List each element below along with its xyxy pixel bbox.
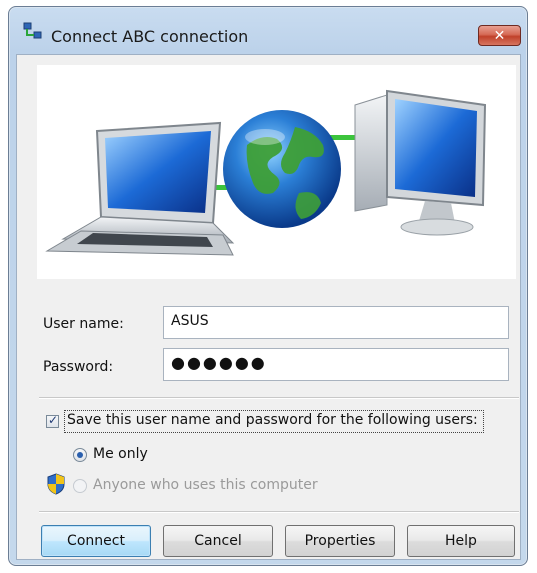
- network-connection-icon: [23, 22, 42, 39]
- laptop-icon: [45, 121, 235, 256]
- radio-anyone[interactable]: [73, 479, 87, 493]
- radio-me-only[interactable]: [73, 448, 87, 462]
- close-icon: ✕: [493, 28, 506, 44]
- username-label: User name:: [43, 316, 124, 332]
- uac-shield-icon: [47, 473, 65, 495]
- dialog-body: User name: ASUS Password: ●●●●●● ✓ Save …: [16, 54, 521, 560]
- cancel-button[interactable]: Cancel: [163, 525, 273, 557]
- globe-icon: [223, 110, 341, 228]
- close-button[interactable]: ✕: [478, 25, 521, 46]
- properties-button[interactable]: Properties: [285, 525, 395, 557]
- password-input[interactable]: ●●●●●●: [163, 348, 509, 381]
- radio-me-only-label[interactable]: Me only: [93, 446, 148, 462]
- help-button[interactable]: Help: [407, 525, 515, 557]
- radio-anyone-label[interactable]: Anyone who uses this computer: [93, 477, 318, 493]
- password-label: Password:: [43, 359, 114, 375]
- laptop-globe-desktop-illustration: [45, 89, 487, 256]
- window-title: Connect ABC connection: [51, 27, 249, 46]
- title-bar[interactable]: Connect ABC connection ✕: [9, 7, 527, 51]
- connection-banner: [37, 65, 516, 279]
- connect-button[interactable]: Connect: [41, 525, 151, 557]
- check-icon: ✓: [48, 413, 59, 427]
- dialog-window: Connect ABC connection ✕ User name: ASUS…: [8, 6, 528, 566]
- separator-bottom: [39, 511, 519, 513]
- save-credentials-checkbox[interactable]: ✓: [46, 413, 59, 428]
- username-input[interactable]: ASUS: [163, 306, 509, 339]
- desktop-computer-icon: [354, 89, 487, 236]
- save-credentials-label[interactable]: Save this user name and password for the…: [67, 412, 478, 428]
- separator-top: [39, 397, 519, 399]
